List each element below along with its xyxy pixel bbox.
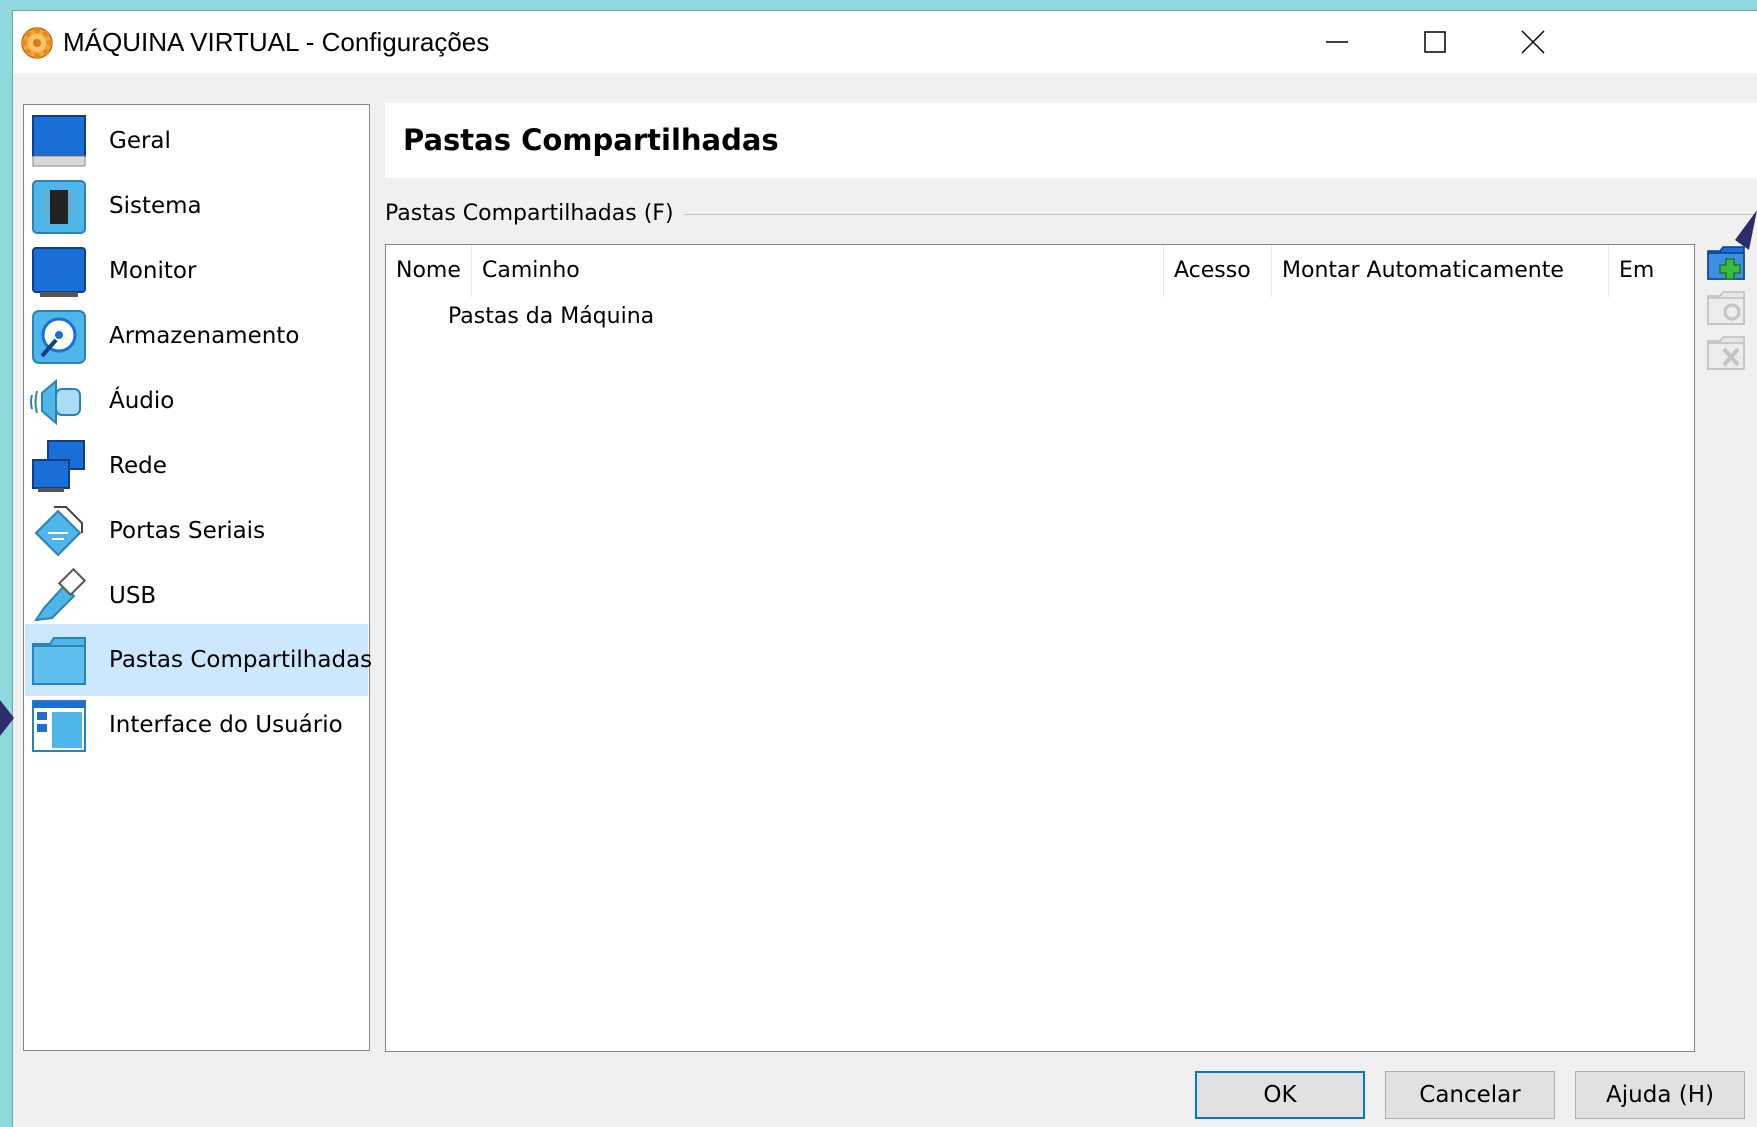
sidebar-item-audio[interactable]: Áudio (25, 365, 368, 437)
sidebar-item-armazenamento[interactable]: Armazenamento (25, 300, 368, 372)
tree-row-label: Pastas da Máquina (448, 304, 655, 329)
sidebar-item-portas-seriais[interactable]: Portas Seriais (25, 495, 368, 567)
cancel-button[interactable]: Cancelar (1385, 1071, 1555, 1119)
column-header-em[interactable]: Em (1609, 245, 1694, 297)
sidebar-item-label: Portas Seriais (109, 518, 266, 544)
column-header-caminho[interactable]: Caminho (472, 245, 1164, 297)
sidebar-item-rede[interactable]: Rede (25, 430, 368, 502)
settings-window: MÁQUINA VIRTUAL - Configurações Geral Si… (12, 10, 1757, 1127)
pointer-arrow-icon (1735, 210, 1757, 250)
sidebar-item-label: Geral (109, 128, 171, 154)
sidebar-item-label: Pastas Compartilhadas (109, 647, 373, 673)
remove-folder-icon (1707, 336, 1745, 370)
user-interface-icon (32, 700, 86, 752)
sidebar-item-label: Rede (109, 453, 167, 479)
serial-port-icon (34, 506, 83, 557)
title-bar: MÁQUINA VIRTUAL - Configurações (13, 11, 1757, 73)
sidebar-item-label: Armazenamento (109, 323, 300, 349)
display-icon (32, 247, 86, 297)
table-row[interactable]: Pastas da Máquina (386, 297, 1694, 337)
sidebar-item-label: Monitor (109, 258, 197, 284)
sidebar-item-pastas-compartilhadas[interactable]: Pastas Compartilhadas (25, 624, 372, 696)
virtualbox-gear-icon (21, 27, 53, 59)
speaker-icon (30, 378, 81, 426)
chip-icon (32, 180, 86, 234)
close-icon (1521, 30, 1545, 54)
help-button[interactable]: Ajuda (H) (1575, 1071, 1745, 1119)
close-button[interactable] (1483, 11, 1583, 73)
column-header-nome[interactable]: Nome (386, 245, 472, 297)
folder-icon (32, 637, 86, 685)
sidebar-item-monitor[interactable]: Monitor (25, 235, 368, 307)
sidebar-item-label: Interface do Usuário (109, 712, 343, 738)
sidebar-item-label: Áudio (109, 388, 175, 414)
page-title: Pastas Compartilhadas (403, 123, 779, 157)
maximize-button[interactable] (1385, 11, 1485, 73)
sidebar-item-label: USB (109, 583, 157, 609)
column-header-acesso[interactable]: Acesso (1164, 245, 1272, 297)
maximize-icon (1424, 31, 1446, 53)
page-header: Pastas Compartilhadas (385, 103, 1757, 178)
remove-shared-folder-button[interactable] (1706, 333, 1746, 373)
sidebar-item-usb[interactable]: USB (25, 560, 368, 632)
general-monitor-icon (32, 115, 86, 167)
sidebar-item-geral[interactable]: Geral (25, 105, 368, 177)
storage-disk-icon (32, 310, 86, 364)
edit-folder-icon (1707, 291, 1745, 325)
sidebar-item-interface-do-usuario[interactable]: Interface do Usuário (25, 689, 368, 761)
settings-sidebar: Geral Sistema Monitor Armazenamento Áudi… (23, 104, 372, 1051)
group-divider (673, 214, 1757, 215)
table-header: Nome Caminho Acesso Montar Automaticamen… (386, 245, 1694, 297)
minimize-icon (1326, 41, 1348, 43)
pointer-arrow-icon (0, 700, 14, 736)
ok-button[interactable]: OK (1195, 1071, 1365, 1119)
group-label: Pastas Compartilhadas (F) (385, 199, 684, 229)
sidebar-item-sistema[interactable]: Sistema (25, 170, 368, 242)
window-title: MÁQUINA VIRTUAL - Configurações (63, 27, 490, 57)
network-icon (32, 440, 85, 492)
minimize-button[interactable] (1287, 11, 1387, 73)
usb-icon (33, 568, 87, 622)
edit-shared-folder-button[interactable] (1706, 288, 1746, 328)
column-header-montar-automaticamente[interactable]: Montar Automaticamente (1272, 245, 1609, 297)
sidebar-item-label: Sistema (109, 193, 202, 219)
shared-folders-table[interactable]: Nome Caminho Acesso Montar Automaticamen… (385, 244, 1695, 1052)
